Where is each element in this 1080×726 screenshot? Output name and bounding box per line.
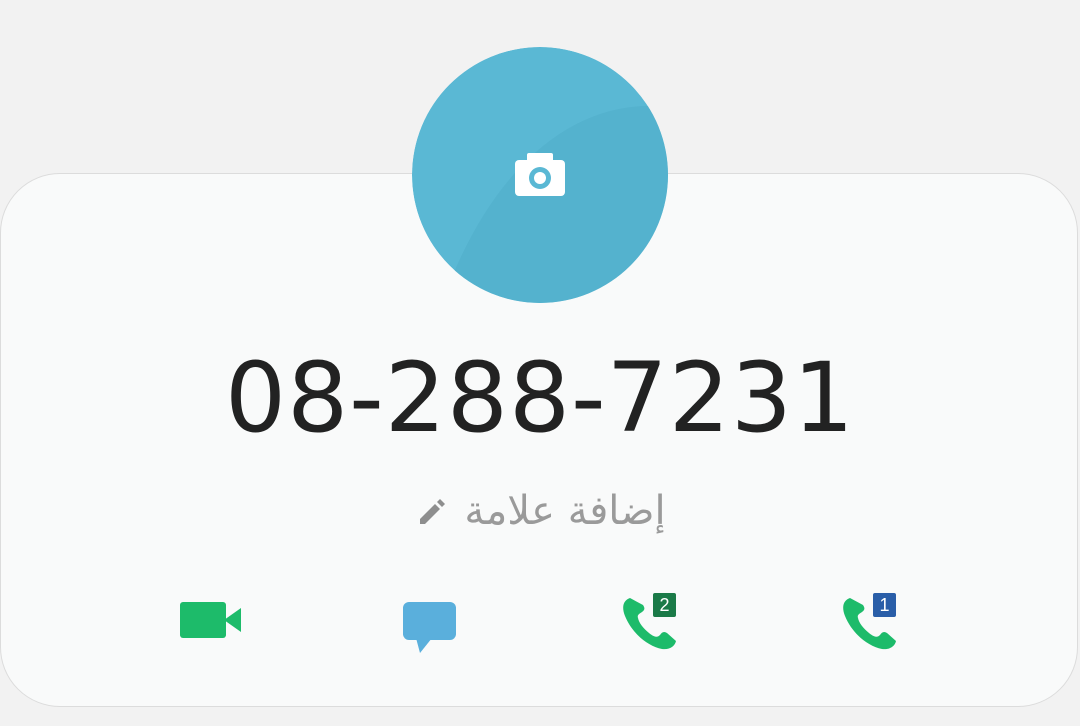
video-camera-icon bbox=[180, 602, 241, 638]
call-sim1-button[interactable]: 1 bbox=[832, 588, 912, 658]
call-sim2-button[interactable]: 2 bbox=[612, 588, 692, 658]
svg-text:2: 2 bbox=[659, 595, 669, 615]
contact-screen: 08-288-7231 إضافة علامة 2 1 bbox=[0, 0, 1080, 726]
pencil-icon bbox=[414, 493, 450, 529]
chat-bubble-icon bbox=[403, 602, 456, 653]
video-call-button[interactable] bbox=[170, 588, 250, 658]
add-tag-button[interactable]: إضافة علامة bbox=[0, 485, 1080, 537]
sim2-badge: 2 bbox=[653, 593, 676, 617]
contact-photo-button[interactable] bbox=[412, 47, 668, 303]
svg-text:1: 1 bbox=[879, 595, 889, 615]
sim1-badge: 1 bbox=[873, 593, 896, 617]
phone-number: 08-288-7231 bbox=[225, 342, 855, 454]
add-tag-label: إضافة علامة bbox=[464, 488, 666, 534]
message-button[interactable] bbox=[390, 588, 470, 658]
